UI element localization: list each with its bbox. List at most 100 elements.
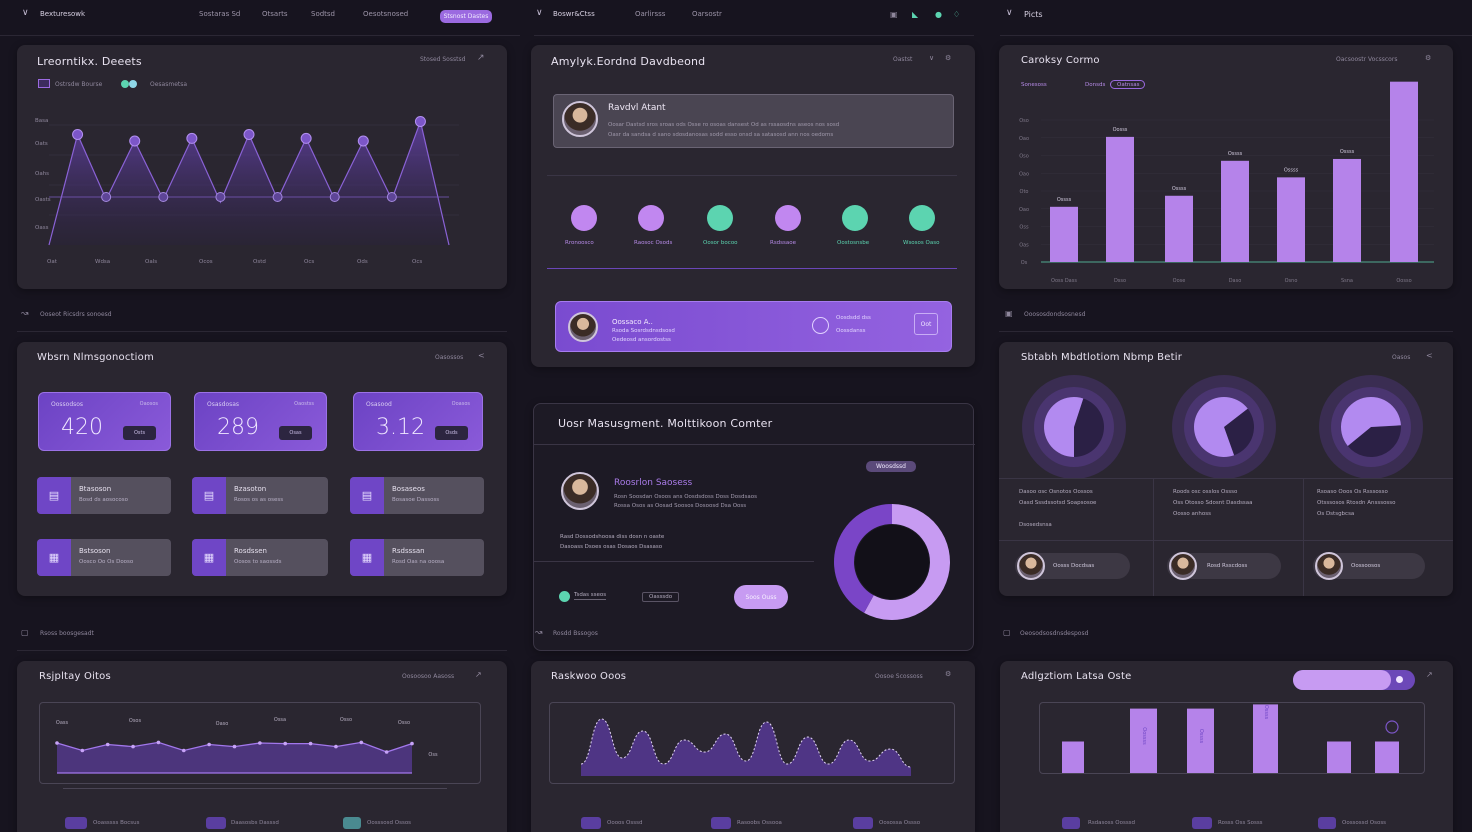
- step-circle[interactable]: [571, 205, 597, 231]
- settings-icon[interactable]: ⚙: [945, 54, 951, 62]
- legend-badge: [711, 817, 731, 829]
- legend-badge: [65, 817, 87, 829]
- link-icon[interactable]: ↝: [535, 628, 543, 638]
- user-chip[interactable]: Oossoosos: [1313, 552, 1425, 580]
- feature-tile[interactable]: ▤ Bzasoton Rosos os as osess: [192, 477, 328, 514]
- bar-label: Ossss: [1057, 197, 1072, 203]
- feature-tile[interactable]: ▦ Rosdssen Oosos to saossds: [192, 539, 328, 576]
- nav-item[interactable]: Sodtsd: [311, 10, 335, 18]
- chevron-down-icon[interactable]: ∨: [1006, 8, 1013, 18]
- chevron-down-icon[interactable]: ∨: [22, 8, 29, 18]
- step-label: Raosoc Osods: [634, 240, 673, 246]
- avatar: [1315, 552, 1343, 580]
- data-point: [215, 192, 226, 202]
- chat-icon[interactable]: ▢: [21, 628, 29, 637]
- pie-text: Oosso anhoss: [1173, 511, 1211, 517]
- chat-icon[interactable]: ▢: [1003, 628, 1011, 637]
- stat-card[interactable]: Osasood Ooasos 3.12 Osds: [353, 392, 483, 451]
- share-icon[interactable]: <: [478, 351, 485, 360]
- expand-icon[interactable]: ↗: [1426, 670, 1433, 679]
- window-icon[interactable]: ▣: [890, 10, 898, 19]
- panel-title: Caroksy Cormo: [1021, 55, 1100, 66]
- pie-column-divider: [1303, 478, 1304, 596]
- panel-tools[interactable]: Oasossos: [435, 354, 463, 361]
- stat-button[interactable]: Osas: [279, 426, 312, 440]
- panel-tools[interactable]: Oosoe Scossoss: [875, 673, 923, 680]
- panel-tools[interactable]: Oacsoostr Vocsscors: [1336, 56, 1397, 63]
- user-chip[interactable]: Rosd Rsscdoss: [1167, 552, 1281, 580]
- data-point: [283, 741, 288, 746]
- panel-title: Wbsrn Nlmsgonoctiom: [37, 352, 154, 363]
- dot-icon[interactable]: ●: [935, 10, 942, 19]
- data-point: [414, 116, 426, 127]
- stat-button[interactable]: Osts: [123, 426, 156, 440]
- chevron-down-icon[interactable]: ∨: [929, 54, 934, 62]
- expand-icon[interactable]: ↗: [477, 53, 485, 63]
- nav-item[interactable]: Oesotsnosed: [363, 10, 408, 18]
- point-label: Oss: [428, 752, 438, 758]
- slider-knob[interactable]: [1396, 676, 1403, 683]
- nav-item[interactable]: Otsarts: [262, 10, 287, 18]
- clock-icon[interactable]: [812, 317, 829, 334]
- x-tick: Daso: [1229, 278, 1242, 284]
- share-icon[interactable]: <: [1426, 351, 1433, 360]
- section-footer: Ooseot Ricsdrs sonoesd: [40, 311, 112, 318]
- feature-tile[interactable]: ▦ Bstsoson Oosco Oo Os Dooso: [37, 539, 171, 576]
- legend-label: Oesasmetsa: [150, 81, 188, 88]
- settings-icon[interactable]: ⚙: [945, 670, 951, 678]
- user-chip[interactable]: Oosss Docdsas: [1015, 552, 1130, 580]
- chart-icon[interactable]: ◣: [912, 10, 918, 19]
- brand-col3: Picts: [1024, 10, 1043, 19]
- expand-icon[interactable]: ↗: [475, 670, 482, 679]
- panel-title: Uosr Masusgment. Molttikoon Comter: [558, 417, 773, 430]
- user-name: Roosrlon Saosess: [614, 478, 693, 488]
- toggle-label[interactable]: Oasssdo: [642, 592, 680, 602]
- pie-text: Oss Otosso Sdosnt Dasdssaa: [1173, 500, 1253, 506]
- x-tick: Ods: [357, 259, 368, 265]
- panel-tools[interactable]: Oasos: [1392, 354, 1410, 361]
- step-circle[interactable]: [638, 205, 664, 231]
- data-point: [55, 741, 59, 745]
- nav-cta-button[interactable]: Stsnost Dastes: [440, 10, 492, 23]
- chevron-down-icon[interactable]: ∨: [536, 8, 543, 18]
- leaf-icon[interactable]: ♢: [953, 10, 960, 19]
- panel-tools[interactable]: Oastst: [893, 56, 912, 63]
- tile-title: Btasoson: [79, 485, 112, 493]
- banner-button[interactable]: Oot: [914, 313, 938, 335]
- window-icon[interactable]: ▣: [1005, 309, 1013, 318]
- step-circle[interactable]: [775, 205, 801, 231]
- step-circle[interactable]: [842, 205, 868, 231]
- bar-label: Ossss: [1198, 729, 1204, 744]
- legend-badge: [581, 817, 601, 829]
- nav-item[interactable]: Oarsostr: [692, 10, 722, 18]
- toggle-label[interactable]: Tsdas sseos: [574, 592, 607, 600]
- stat-tag: Oaostss: [294, 401, 314, 407]
- feature-tile[interactable]: ▦ Rsdsssan Rosd Oas na ooosa: [350, 539, 484, 576]
- stat-button[interactable]: Osds: [435, 426, 468, 440]
- profile-card[interactable]: Ravdvl Atant Oosar Dastsd sros sroas ods…: [553, 94, 954, 148]
- data-point: [181, 748, 186, 753]
- data-point: [357, 135, 369, 147]
- legend-badge: [1318, 817, 1336, 829]
- panel-title: Adlgztiom Latsa Oste: [1021, 671, 1132, 682]
- gear-icon[interactable]: ⚙: [1425, 54, 1431, 62]
- step-circle[interactable]: [909, 205, 935, 231]
- feature-tile[interactable]: ▤ Bosaseos Bosasoe Dassoss: [350, 477, 484, 514]
- step-circle[interactable]: [707, 205, 733, 231]
- stat-card[interactable]: Oossodsos Oaosos 420 Osts: [38, 392, 171, 451]
- pie-text: Oasd Sssdssotsd Soapsosoe: [1019, 500, 1097, 506]
- action-button[interactable]: Soos Ouss: [734, 585, 788, 609]
- panel-tools[interactable]: Stosed Sosstsd: [420, 56, 465, 63]
- x-tick: Ostd: [253, 259, 266, 265]
- profile-banner[interactable]: Oossaco A.. Rsoda Sosrdsdnsdsosd Oedeosd…: [555, 301, 952, 352]
- nav-item[interactable]: Sostaras Sd: [199, 10, 240, 18]
- feature-tile[interactable]: ▤ Btasoson Bosd ds aosocoso: [37, 477, 171, 514]
- nav-item[interactable]: Oarlirsss: [635, 10, 665, 18]
- range-slider[interactable]: [1293, 670, 1415, 690]
- toggle-dot[interactable]: [559, 591, 570, 602]
- brand-col2: Boswr&Ctss: [553, 10, 595, 18]
- panel-tools[interactable]: Oosoosoo Aasoss: [402, 673, 454, 680]
- donut-chart: [834, 504, 950, 620]
- stat-card[interactable]: Osasdosas Oaostss 289 Osas: [194, 392, 327, 451]
- link-icon[interactable]: ↝: [21, 309, 29, 319]
